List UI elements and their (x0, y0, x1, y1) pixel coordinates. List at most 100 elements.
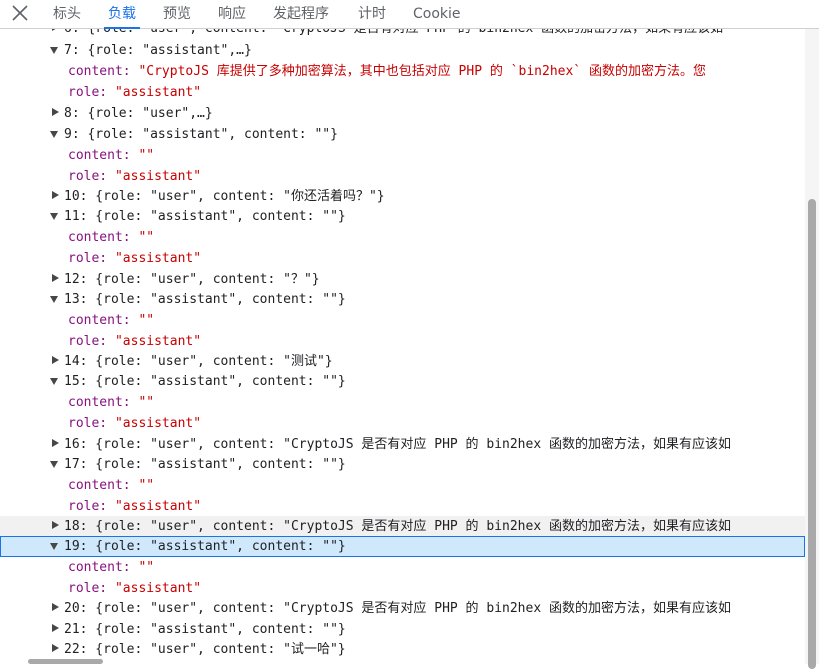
message-summary[interactable]: 21: {role: "assistant", content: ""} (64, 619, 346, 640)
message-summary[interactable]: 12: {role: "user", content: "？"} (64, 269, 320, 290)
collapse-triangle-icon[interactable] (50, 296, 58, 303)
message-summary[interactable]: 15: {role: "assistant", content: ""} (64, 371, 346, 392)
payload-tree: 6: {role: "user", content: "CryptoJS 是否有… (0, 29, 805, 664)
tree-row: content: "CryptoJS 库提供了多种加密算法，其中也包括对应 PH… (0, 61, 805, 82)
panel-tab-bar: 标头 负载 预览 响应 发起程序 计时 Cookie (0, 0, 819, 29)
property-value: "" (138, 313, 155, 328)
tree-row: role: "assistant" (0, 82, 805, 103)
property-key: role: (68, 334, 108, 349)
tab-preview[interactable]: 预览 (163, 0, 191, 28)
tree-row: role: "assistant" (0, 248, 805, 269)
tab-headers[interactable]: 标头 (53, 0, 81, 28)
vertical-scrollbar[interactable] (805, 29, 819, 669)
property-line: content: "" (68, 557, 154, 578)
tab-payload[interactable]: 负载 (104, 0, 140, 29)
property-key: content: (68, 313, 131, 328)
message-summary[interactable]: 13: {role: "assistant", content: ""} (64, 289, 346, 310)
property-line: role: "assistant" (68, 166, 201, 187)
expand-triangle-icon[interactable] (52, 603, 59, 611)
property-value: "assistant" (114, 416, 202, 431)
message-summary[interactable]: 14: {role: "user", content: "测试"} (64, 351, 333, 372)
expand-triangle-icon[interactable] (52, 191, 59, 199)
property-key: content: (68, 230, 131, 245)
property-line: content: "" (68, 227, 154, 248)
collapse-triangle-icon[interactable] (50, 131, 58, 138)
expand-triangle-icon[interactable] (52, 29, 59, 31)
tree-row: content: "" (0, 557, 805, 578)
horizontal-scroll-thumb[interactable] (28, 659, 103, 664)
collapse-triangle-icon[interactable] (50, 378, 58, 385)
expand-triangle-icon[interactable] (52, 108, 59, 116)
tree-row: content: "" (0, 475, 805, 496)
tree-row: 14: {role: "user", content: "测试"} (0, 351, 805, 372)
tree-row: 13: {role: "assistant", content: ""} (0, 289, 805, 310)
message-summary[interactable]: 19: {role: "assistant", content: ""} (64, 536, 346, 557)
message-summary[interactable]: 10: {role: "user", content: "你还活着吗？"} (64, 186, 385, 207)
property-key: role: (68, 169, 108, 184)
property-value: "" (138, 148, 155, 163)
tree-row: content: "" (0, 227, 805, 248)
property-line: content: "" (68, 392, 154, 413)
property-value: "assistant" (114, 169, 202, 184)
tab-timing[interactable]: 计时 (358, 0, 386, 28)
tree-row: role: "assistant" (0, 166, 805, 187)
property-value: "assistant" (114, 85, 202, 100)
message-summary[interactable]: 11: {role: "assistant", content: ""} (64, 206, 346, 227)
tree-row: content: "" (0, 392, 805, 413)
property-value: "CryptoJS 库提供了多种加密算法，其中也包括对应 PHP 的 `bin2… (138, 64, 706, 79)
property-line: content: "" (68, 475, 154, 496)
collapse-triangle-icon[interactable] (50, 543, 58, 550)
tree-row: role: "assistant" (0, 413, 805, 434)
property-key: content: (68, 148, 131, 163)
collapse-triangle-icon[interactable] (50, 461, 58, 468)
tree-row: 15: {role: "assistant", content: ""} (0, 371, 805, 392)
tree-row: role: "assistant" (0, 578, 805, 599)
close-panel-button[interactable] (8, 3, 32, 25)
property-value: "assistant" (114, 499, 202, 514)
tree-row: 8: {role: "user",…} (0, 103, 805, 124)
collapse-triangle-icon[interactable] (50, 213, 58, 220)
message-summary[interactable]: 22: {role: "user", content: "试一哈"} (64, 639, 346, 660)
tree-row: role: "assistant" (0, 331, 805, 352)
property-line: role: "assistant" (68, 331, 201, 352)
tree-row: 6: {role: "user", content: "CryptoJS 是否有… (0, 29, 805, 39)
property-value: "" (138, 560, 155, 575)
property-key: role: (68, 85, 108, 100)
tree-row: 16: {role: "user", content: "CryptoJS 是否… (0, 434, 805, 455)
property-value: "" (138, 478, 155, 493)
property-line: content: "" (68, 145, 154, 166)
tab-response[interactable]: 响应 (218, 0, 246, 28)
message-summary[interactable]: 20: {role: "user", content: "CryptoJS 是否… (64, 598, 731, 619)
property-line: role: "assistant" (68, 578, 201, 599)
message-summary[interactable]: 8: {role: "user",…} (64, 103, 213, 124)
property-key: role: (68, 251, 108, 266)
tree-row: content: "" (0, 145, 805, 166)
message-summary[interactable]: 6: {role: "user", content: "CryptoJS 是否有… (64, 29, 723, 39)
expand-triangle-icon[interactable] (52, 356, 59, 364)
property-key: role: (68, 581, 108, 596)
message-summary[interactable]: 17: {role: "assistant", content: ""} (64, 454, 346, 475)
message-summary[interactable]: 9: {role: "assistant", content: ""} (64, 124, 338, 145)
tree-row: 20: {role: "user", content: "CryptoJS 是否… (0, 598, 805, 619)
tree-row: 11: {role: "assistant", content: ""} (0, 206, 805, 227)
property-value: "assistant" (114, 251, 202, 266)
tab-initiator[interactable]: 发起程序 (273, 0, 329, 28)
property-line: role: "assistant" (68, 413, 201, 434)
message-summary[interactable]: 18: {role: "user", content: "CryptoJS 是否… (64, 516, 731, 537)
tree-row: 22: {role: "user", content: "试一哈"} (0, 639, 805, 660)
message-summary[interactable]: 7: {role: "assistant",…} (64, 40, 252, 61)
property-line: role: "assistant" (68, 248, 201, 269)
message-summary[interactable]: 16: {role: "user", content: "CryptoJS 是否… (64, 434, 731, 455)
collapse-triangle-icon[interactable] (50, 47, 58, 54)
tree-row: 10: {role: "user", content: "你还活着吗？"} (0, 186, 805, 207)
expand-triangle-icon[interactable] (52, 439, 59, 447)
property-key: content: (68, 478, 131, 493)
expand-triangle-icon[interactable] (52, 274, 59, 282)
expand-triangle-icon[interactable] (52, 644, 59, 652)
vertical-scroll-thumb[interactable] (808, 199, 816, 669)
tree-row: 9: {role: "assistant", content: ""} (0, 124, 805, 145)
property-value: "assistant" (114, 581, 202, 596)
expand-triangle-icon[interactable] (52, 521, 59, 529)
tab-cookie[interactable]: Cookie (413, 0, 461, 28)
expand-triangle-icon[interactable] (52, 624, 59, 632)
